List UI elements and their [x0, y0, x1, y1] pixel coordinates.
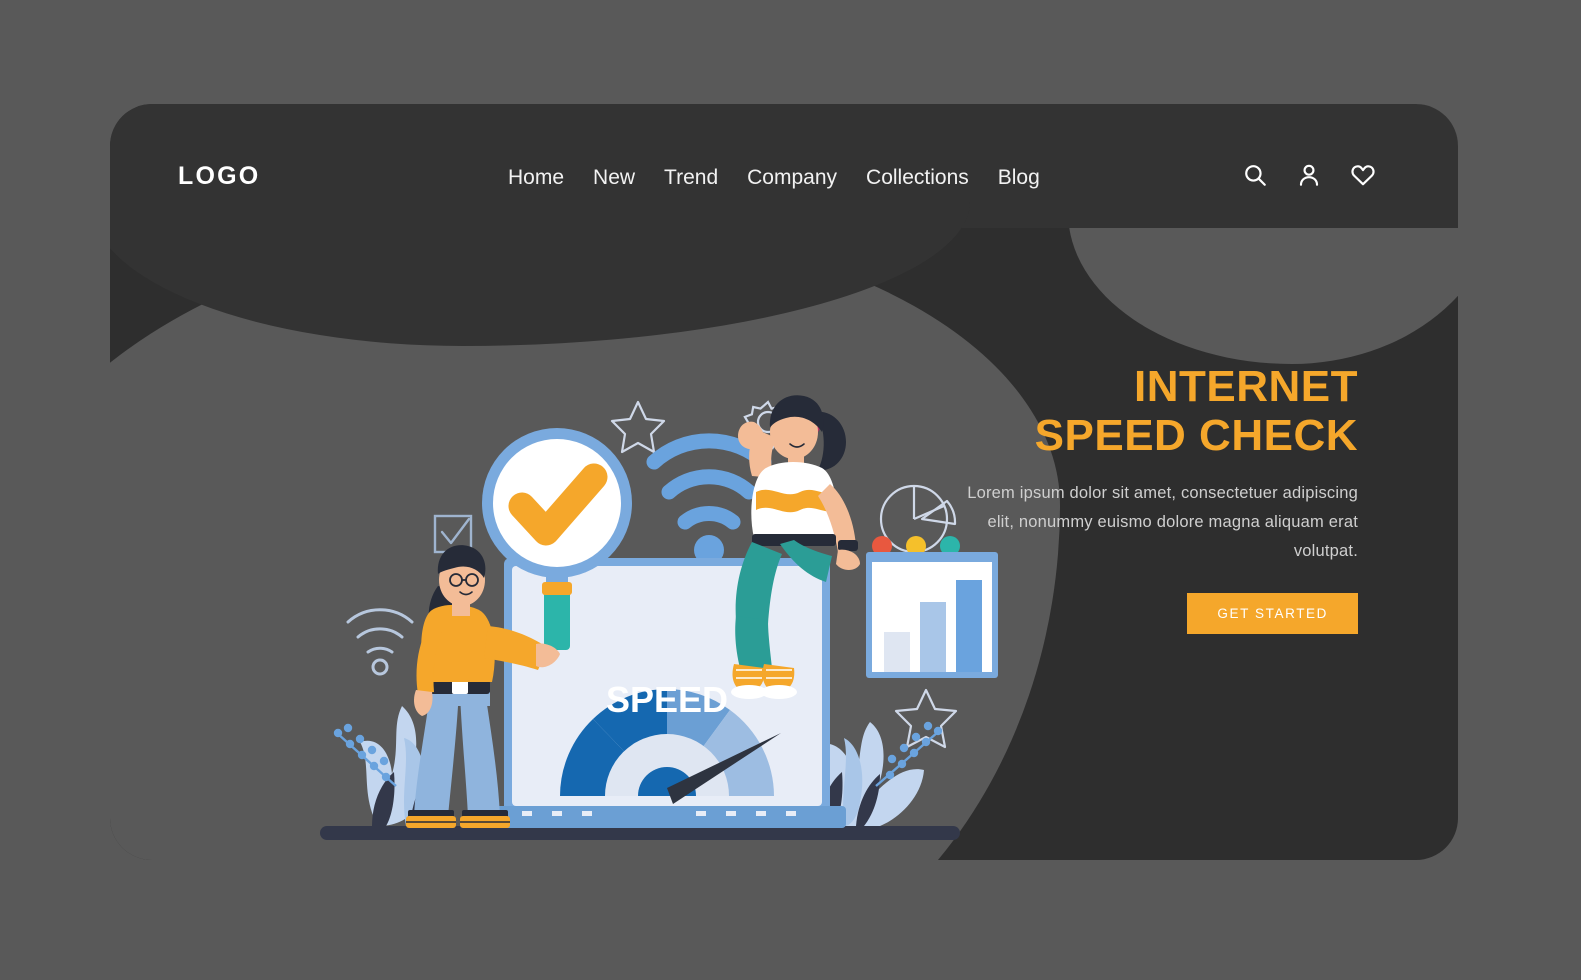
screenshot-root: LOGO Home New Trend Company Collections … [0, 0, 1581, 980]
foliage-right [820, 688, 958, 826]
hero-title: INTERNET SPEED CHECK [938, 362, 1358, 461]
search-icon[interactable] [1242, 162, 1268, 188]
nav-item-collections[interactable]: Collections [866, 166, 969, 190]
heart-icon[interactable] [1350, 162, 1376, 188]
hero-title-line2: SPEED CHECK [1034, 411, 1358, 461]
wifi-large-icon [646, 433, 772, 530]
nav-icon-group [1242, 162, 1376, 188]
get-started-button[interactable]: GET STARTED [1187, 592, 1358, 634]
gauge-label: SPEED [606, 679, 728, 720]
top-navigation: LOGO Home New Trend Company Collections … [110, 104, 1458, 228]
ground-bar [320, 826, 960, 840]
shoe-left [406, 810, 456, 828]
nav-item-home[interactable]: Home [508, 166, 564, 190]
star-icon [610, 400, 666, 454]
wifi-small-icon [346, 608, 414, 676]
hero-text-block: INTERNET SPEED CHECK Lorem ipsum dolor s… [938, 362, 1358, 634]
sneaker-right [761, 664, 797, 699]
nav-item-new[interactable]: New [593, 166, 635, 190]
user-icon[interactable] [1296, 162, 1322, 188]
bar-1 [884, 632, 910, 672]
nav-item-trend[interactable]: Trend [664, 166, 718, 190]
hero-paragraph: Lorem ipsum dolor sit amet, consectetuer… [967, 483, 1358, 561]
nav-item-company[interactable]: Company [747, 166, 837, 190]
shoe-right [460, 810, 510, 828]
logo[interactable]: LOGO [178, 162, 260, 191]
nav-links: Home New Trend Company Collections Blog [508, 166, 1040, 190]
nav-item-blog[interactable]: Blog [998, 166, 1040, 190]
landing-page-card: LOGO Home New Trend Company Collections … [110, 104, 1458, 860]
hero-title-line1: INTERNET [1134, 362, 1358, 411]
